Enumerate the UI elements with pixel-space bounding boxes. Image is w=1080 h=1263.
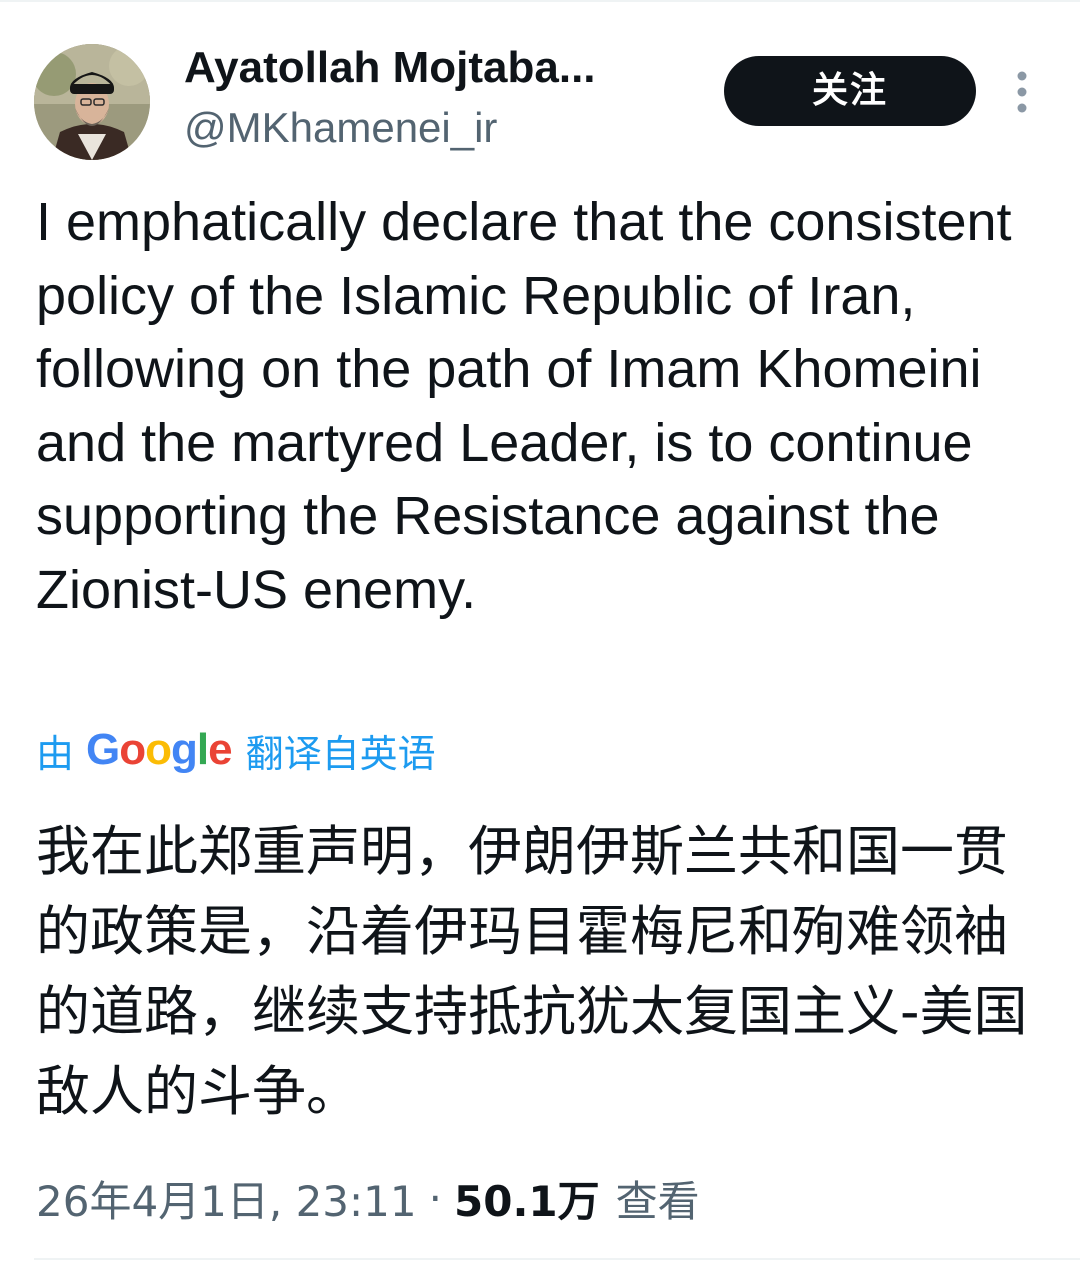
tweet-text: I emphatically declare that the consiste… [36, 192, 1012, 620]
profile-photo-icon [34, 44, 150, 160]
follow-button[interactable]: 关注 [724, 56, 976, 126]
views-count: 50.1万 [454, 1176, 600, 1226]
more-vertical-icon[interactable] [1004, 68, 1040, 116]
google-logo: Google [86, 725, 233, 774]
meta-separator: · [428, 1173, 442, 1223]
translation-suffix: 翻译自英语 [245, 731, 436, 776]
user-handle[interactable]: @MKhamenei_ir [184, 102, 497, 154]
translation-attribution[interactable]: 由 Google 翻译自英语 [36, 722, 436, 778]
top-divider [0, 0, 1080, 2]
avatar[interactable] [34, 44, 150, 160]
translated-text: 我在此郑重声明，伊朗伊斯兰共和国一贯的政策是，沿着伊玛目霍梅尼和殉难领袖的道路，… [36, 820, 1028, 1123]
display-name[interactable]: Ayatollah Mojtaba... [184, 42, 596, 94]
timestamp[interactable]: 26年4月1日, 23:11 [36, 1168, 417, 1229]
bottom-divider [34, 1258, 1080, 1260]
tweet-meta: 26年4月1日, 23:11 · 50.1万 查看 [36, 1168, 700, 1228]
translation-prefix: 由 [36, 731, 75, 776]
views-label[interactable]: 查看 [616, 1168, 700, 1229]
